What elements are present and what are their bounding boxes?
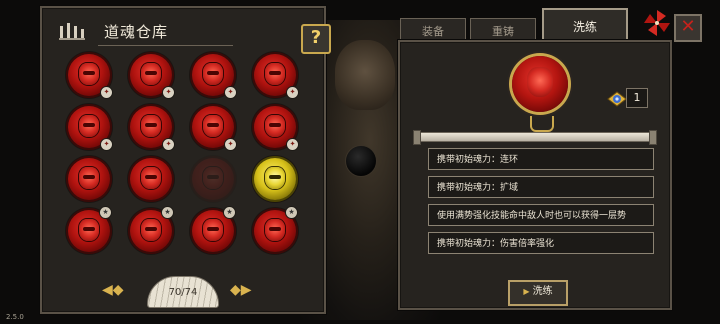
soul-stand [530, 116, 554, 132]
background-orb [345, 145, 377, 177]
close-button[interactable]: ✕ [674, 14, 702, 42]
soul-slot[interactable] [254, 158, 296, 200]
soul-slot[interactable]: ★ [68, 206, 112, 252]
capacity-count: 70/74 [168, 287, 198, 298]
pinwheel-icon [644, 10, 670, 36]
rank-badge-icon: ✦ [100, 86, 113, 99]
soul-slot[interactable]: ✦ [130, 54, 175, 99]
soul-slot[interactable]: ✦ [192, 106, 237, 151]
attribute-row: 使用满势强化技能命中敌人时也可以获得一层势 [428, 204, 654, 226]
help-button[interactable]: ? [301, 24, 331, 54]
scroll-divider [413, 130, 657, 145]
rank-badge-icon: ✦ [100, 138, 113, 151]
soul-slot-empty[interactable] [192, 158, 234, 200]
background-statue-head [335, 40, 395, 110]
soul-slot[interactable]: ✦ [192, 54, 237, 99]
material-count: 1 [626, 88, 648, 108]
rank-badge-icon: ✦ [224, 138, 237, 151]
attribute-row: 携带初始魂力：扩域 [428, 176, 654, 198]
warehouse-icon [59, 23, 85, 40]
rank-badge-icon: ✦ [224, 86, 237, 99]
star-badge-icon: ★ [285, 206, 298, 219]
rank-badge-icon: ✦ [162, 86, 175, 99]
page-next-icon[interactable]: ◆▶ [230, 282, 252, 298]
soul-slot[interactable]: ✦ [254, 54, 299, 99]
soul-slot[interactable]: ✦ [68, 54, 113, 99]
selected-soul [512, 56, 568, 112]
refine-button-label: 洗练 [532, 286, 553, 297]
soul-warehouse-panel: 道魂仓库 ? ✦ ✦ ✦ ✦ ✦ ✦ ✦ ✦ ★ ★ ★ ★ ◀◆ 70/74 ◆▶ [40, 6, 331, 314]
soul-slot[interactable]: ✦ [68, 106, 113, 151]
close-icon: ✕ [680, 16, 696, 37]
star-badge-icon: ★ [223, 206, 236, 219]
soul-slot[interactable]: ★ [130, 206, 174, 252]
attribute-row: 携带初始魂力：连环 [428, 148, 654, 170]
refine-button[interactable]: ▶ 洗练 [508, 280, 568, 306]
star-badge-icon: ★ [99, 206, 112, 219]
soul-slot[interactable] [68, 158, 110, 200]
warehouse-footer: ◀◆ 70/74 ◆▶ [102, 276, 262, 308]
version-label: 2.5.0 [6, 313, 24, 321]
rank-badge-icon: ✦ [286, 86, 299, 99]
page-prev-icon[interactable]: ◀◆ [102, 282, 124, 298]
refine-panel: 1 携带初始魂力：连环 携带初始魂力：扩域 使用满势强化技能命中敌人时也可以获得… [398, 40, 672, 310]
rank-badge-icon: ✦ [286, 138, 299, 151]
title-underline [98, 45, 233, 46]
refine-material-icon [607, 91, 627, 107]
soul-slot[interactable] [130, 158, 172, 200]
warehouse-header: 道魂仓库 ? [56, 16, 331, 54]
soul-slot[interactable]: ★ [192, 206, 236, 252]
arrow-right-icon: ▶ [523, 287, 530, 296]
star-badge-icon: ★ [161, 206, 174, 219]
soul-slot[interactable]: ✦ [254, 106, 299, 151]
warehouse-title: 道魂仓库 [104, 23, 169, 41]
rank-badge-icon: ✦ [162, 138, 175, 151]
soul-slot[interactable]: ★ [254, 206, 298, 252]
attribute-row: 携带初始魂力：伤害倍率强化 [428, 232, 654, 254]
capacity-fan: 70/74 [147, 276, 219, 308]
soul-slot[interactable]: ✦ [130, 106, 175, 151]
